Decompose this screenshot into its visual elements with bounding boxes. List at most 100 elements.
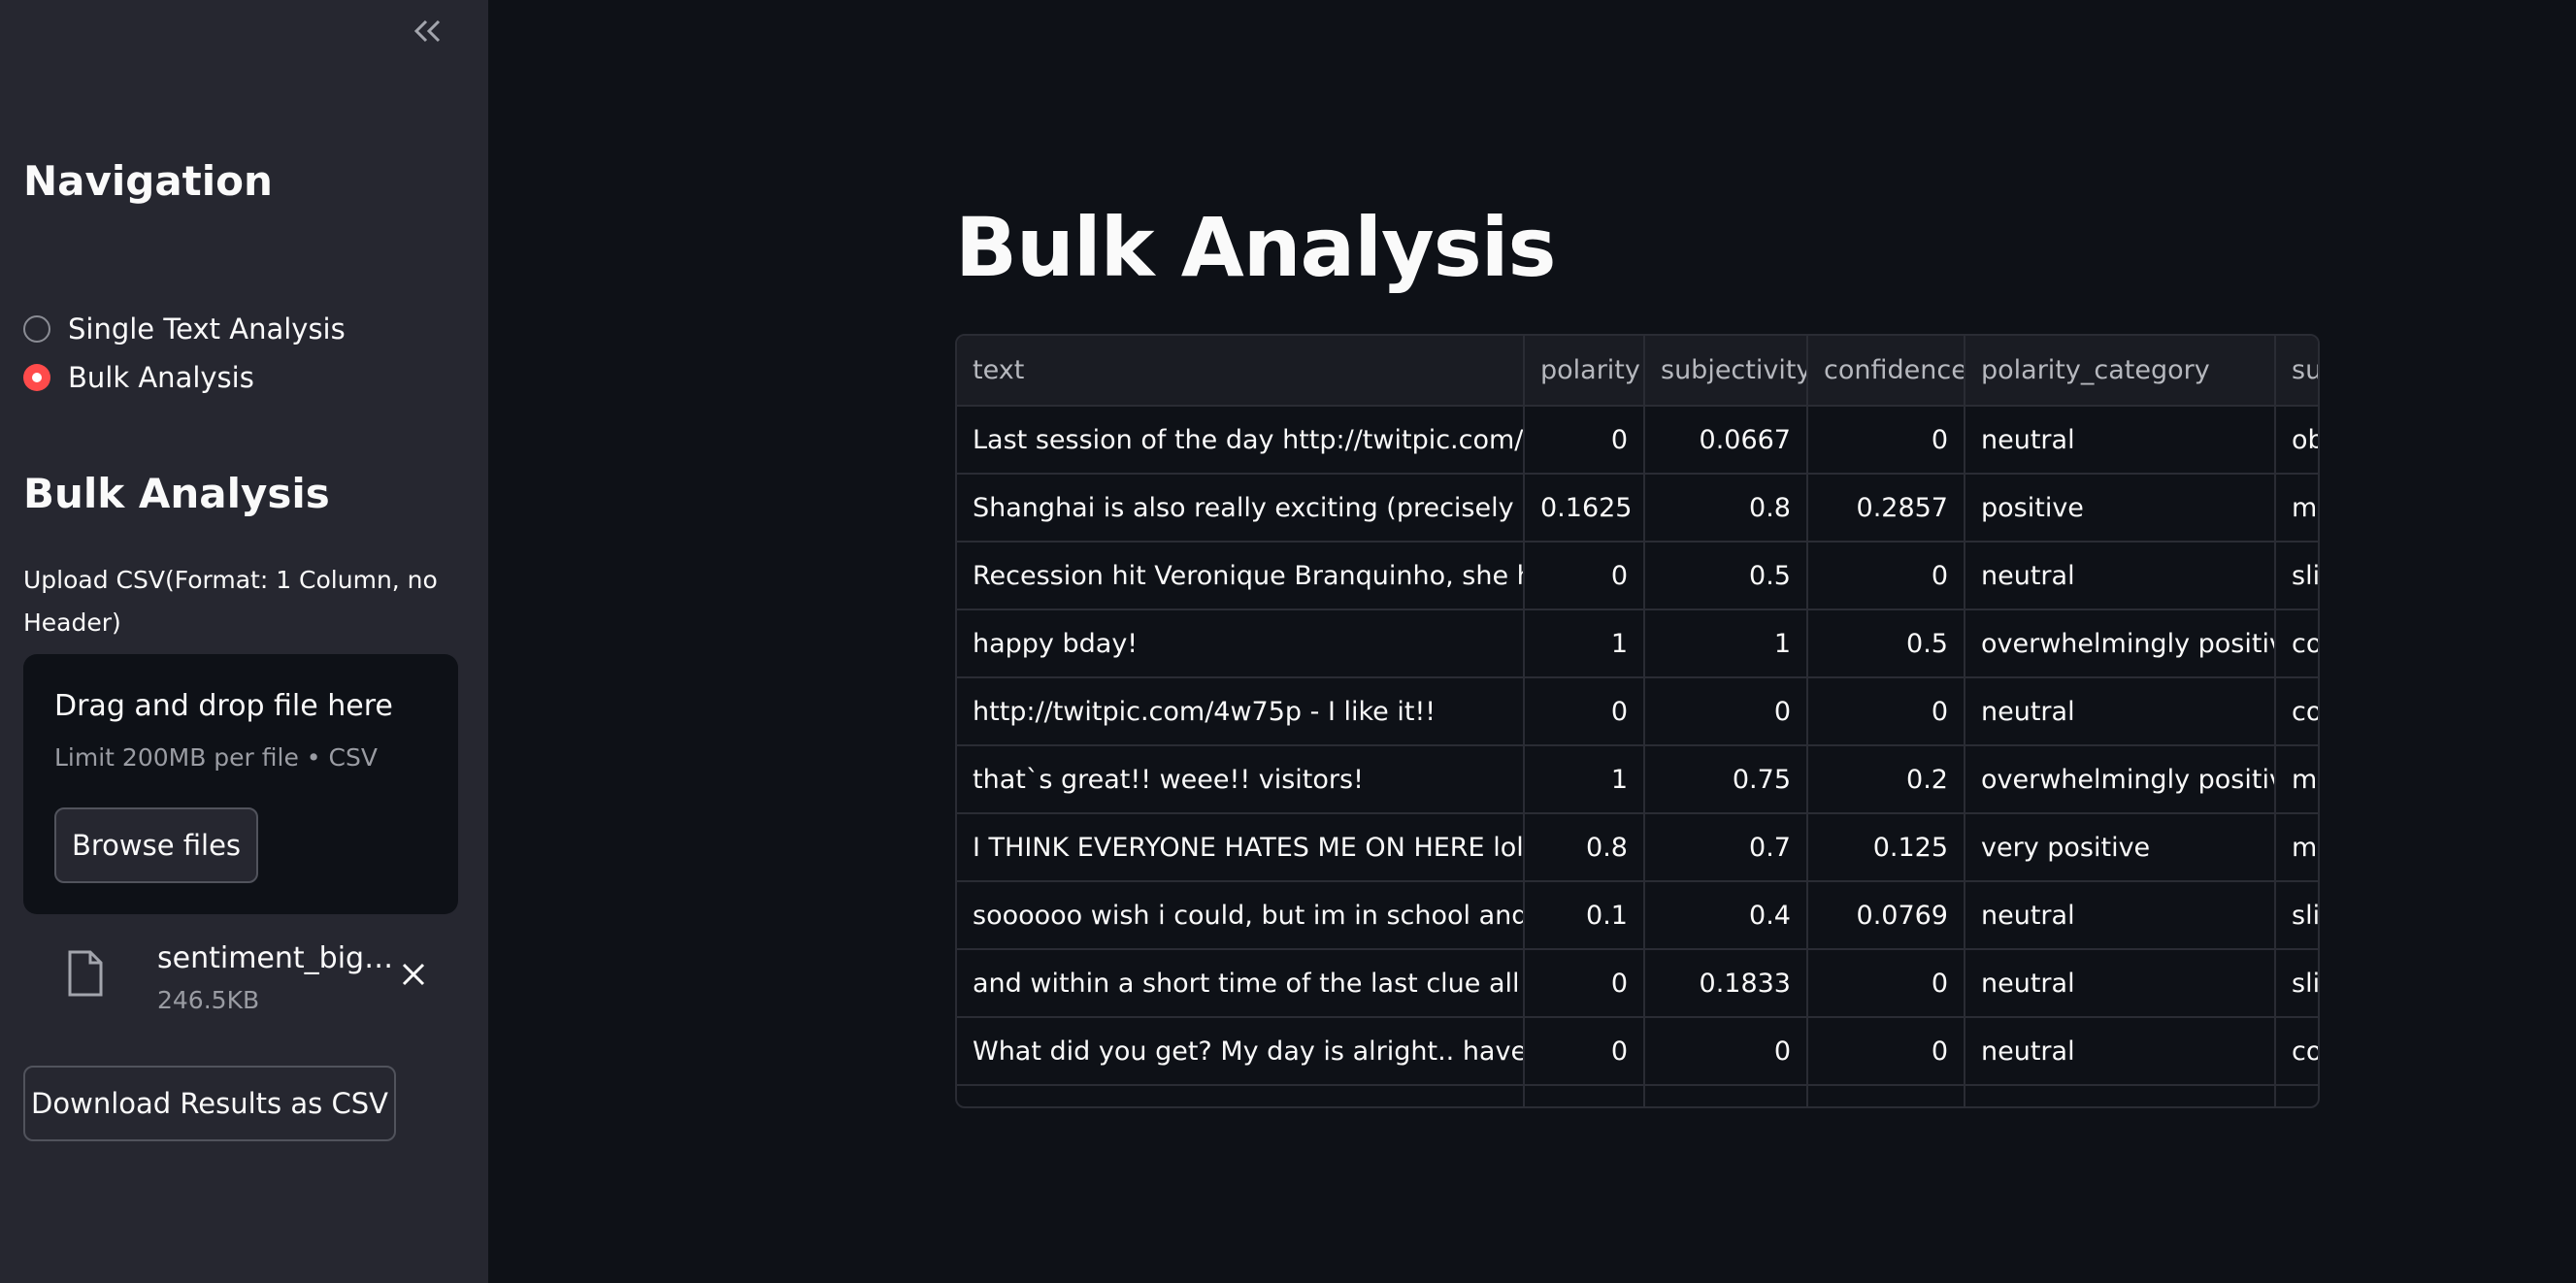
table-cell[interactable]: 0.75: [1644, 745, 1808, 814]
table-cell[interactable]: 0: [1524, 949, 1645, 1018]
radio-label: Single Text Analysis: [68, 313, 346, 345]
table-cell[interactable]: 0.4: [1644, 881, 1808, 950]
column-header-polarity[interactable]: polarity: [1524, 336, 1645, 407]
table-cell[interactable]: cor: [2275, 1017, 2318, 1086]
table-cell[interactable]: 0: [1807, 1085, 1965, 1106]
table-row[interactable]: Recession hit Veronique Branquinho, she …: [957, 542, 2318, 610]
radio-unselected-icon: [23, 315, 50, 343]
results-table[interactable]: text polarity subjectivity confidence po…: [955, 334, 2320, 1108]
table-cell[interactable]: slig: [2275, 881, 2318, 950]
table-cell[interactable]: 0.2857: [1807, 474, 1965, 543]
table-cell[interactable]: and within a short time of the last clue…: [957, 949, 1525, 1018]
table-cell[interactable]: 0: [1807, 1017, 1965, 1086]
dropzone-limit: Limit 200MB per file • CSV: [54, 743, 378, 772]
table-cell[interactable]: neutral: [1965, 1017, 2276, 1086]
column-header-text[interactable]: text: [957, 336, 1525, 407]
table-row[interactable]: http://twitpic.com/4w75p - I like it!! 0 0…: [957, 677, 2318, 746]
table-cell[interactable]: 0: [1524, 677, 1645, 746]
sidebar: Navigation Single Text Analysis Bulk Ana…: [0, 0, 488, 1283]
table-cell[interactable]: 0.1: [1524, 881, 1645, 950]
table-cell[interactable]: 0.8: [1644, 474, 1808, 543]
table-row[interactable]: and within a short time of the last clue…: [957, 949, 2318, 1018]
table-cell[interactable]: 0: [1807, 406, 1965, 475]
table-cell[interactable]: What did you get? My day is alright.. ha…: [957, 1017, 1525, 1086]
file-name: sentiment_big…: [157, 941, 394, 975]
table-cell[interactable]: that`s great!! weee!! visitors!: [957, 745, 1525, 814]
table-cell[interactable]: 0.1625: [1524, 474, 1645, 543]
table-row[interactable]: Last session of the day http://twitpic.c…: [957, 406, 2318, 475]
table-cell[interactable]: cor: [2275, 609, 2318, 678]
close-icon: [401, 962, 426, 991]
radio-label: Bulk Analysis: [68, 361, 254, 394]
table-cell[interactable]: 0: [1807, 949, 1965, 1018]
table-cell[interactable]: 0.0667: [1644, 406, 1808, 475]
table-cell[interactable]: Shanghai is also really exciting (precis…: [957, 474, 1525, 543]
table-cell[interactable]: 0.5: [1644, 542, 1808, 610]
table-cell[interactable]: 0.75: [1644, 1085, 1808, 1106]
table-cell[interactable]: slig: [2275, 949, 2318, 1018]
collapse-sidebar-button[interactable]: [408, 14, 448, 52]
browse-files-button[interactable]: Browse files: [54, 807, 258, 883]
table-cell[interactable]: 0.7: [1644, 813, 1808, 882]
table-cell[interactable]: 0.125: [1807, 813, 1965, 882]
table-cell[interactable]: neutral: [1965, 406, 2276, 475]
table-cell[interactable]: 1: [1524, 1085, 1645, 1106]
table-cell[interactable]: 0.1833: [1644, 949, 1808, 1018]
table-cell[interactable]: 0.2: [1807, 745, 1965, 814]
download-results-button[interactable]: Download Results as CSV: [23, 1066, 396, 1141]
table-row[interactable]: I THINK EVERYONE HATES ME ON HERE lol 0.8…: [957, 813, 2318, 882]
table-cell[interactable]: positive: [1965, 474, 2276, 543]
table-cell[interactable]: neutral: [1965, 542, 2276, 610]
table-cell[interactable]: mo: [2275, 1085, 2318, 1106]
file-dropzone[interactable]: Drag and drop file here Limit 200MB per …: [23, 654, 458, 914]
table-cell[interactable]: 0: [1644, 677, 1808, 746]
table-cell[interactable]: Recession hit Veronique Branquinho, she …: [957, 542, 1525, 610]
table-cell[interactable]: overwhelmingly positive: [1965, 745, 2276, 814]
table-cell[interactable]: neutral: [1965, 949, 2276, 1018]
table-cell[interactable]: 0: [1807, 677, 1965, 746]
table-cell[interactable]: 0.8: [1524, 813, 1645, 882]
radio-bulk-analysis[interactable]: Bulk Analysis: [23, 361, 254, 394]
table-cell[interactable]: 0: [1524, 406, 1645, 475]
radio-single-text-analysis[interactable]: Single Text Analysis: [23, 313, 346, 345]
navigation-title: Navigation: [23, 157, 273, 205]
table-cell[interactable]: mo: [2275, 813, 2318, 882]
table-cell[interactable]: slig: [2275, 542, 2318, 610]
table-cell[interactable]: I THINK EVERYONE HATES ME ON HERE lol: [957, 813, 1525, 882]
table-cell[interactable]: overwhelmingly positive: [1965, 609, 2276, 678]
table-row[interactable]: What did you get? My day is alright.. ha…: [957, 1017, 2318, 1086]
remove-file-button[interactable]: [394, 957, 433, 996]
table-cell[interactable]: My bike was put on hold...should have kn…: [957, 1085, 1525, 1106]
table-cell[interactable]: 0: [1524, 1017, 1645, 1086]
table-cell[interactable]: happy bday!: [957, 609, 1525, 678]
table-cell[interactable]: http://twitpic.com/4w75p - I like it!!: [957, 677, 1525, 746]
dropzone-title: Drag and drop file here: [54, 689, 393, 723]
table-cell[interactable]: neutral: [1965, 881, 2276, 950]
table-cell[interactable]: 1: [1524, 745, 1645, 814]
table-row[interactable]: happy bday! 1 1 0.5 overwhelmingly positive c…: [957, 609, 2318, 678]
table-cell[interactable]: Last session of the day http://twitpic.c…: [957, 406, 1525, 475]
table-cell[interactable]: very positive: [1965, 813, 2276, 882]
table-row[interactable]: Shanghai is also really exciting (precis…: [957, 474, 2318, 543]
table-cell[interactable]: 1: [1644, 609, 1808, 678]
table-cell[interactable]: 0: [1644, 1017, 1808, 1086]
table-cell[interactable]: neutral: [1965, 677, 2276, 746]
table-cell[interactable]: 0: [1807, 542, 1965, 610]
table-cell[interactable]: mo: [2275, 745, 2318, 814]
table-row[interactable]: soooooo wish i could, but im in school a…: [957, 881, 2318, 950]
table-cell[interactable]: neutral: [1965, 1085, 2276, 1106]
column-header-subjectivity-category[interactable]: sul: [2275, 336, 2318, 407]
column-header-confidence[interactable]: confidence: [1807, 336, 1965, 407]
table-row[interactable]: that`s great!! weee!! visitors! 1 0.75 0.2 o…: [957, 745, 2318, 814]
table-cell[interactable]: 0.0769: [1807, 881, 1965, 950]
table-cell[interactable]: 0: [1524, 542, 1645, 610]
table-cell[interactable]: obj: [2275, 406, 2318, 475]
column-header-subjectivity[interactable]: subjectivity: [1644, 336, 1808, 407]
table-cell[interactable]: mo: [2275, 474, 2318, 543]
table-cell[interactable]: 1: [1524, 609, 1645, 678]
table-cell[interactable]: soooooo wish i could, but im in school a…: [957, 881, 1525, 950]
table-cell[interactable]: cor: [2275, 677, 2318, 746]
table-cell[interactable]: 0.5: [1807, 609, 1965, 678]
column-header-polarity-category[interactable]: polarity_category: [1965, 336, 2276, 407]
table-row[interactable]: My bike was put on hold...should have kn…: [957, 1085, 2318, 1106]
